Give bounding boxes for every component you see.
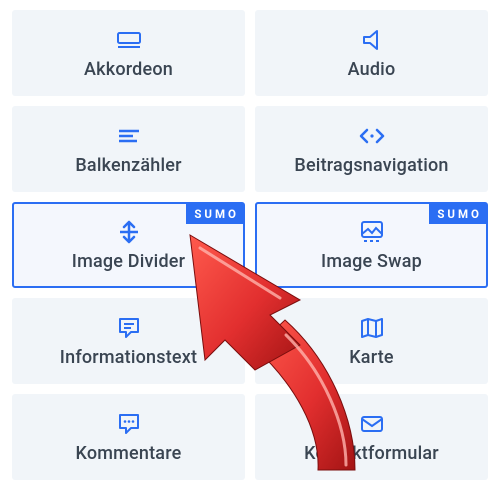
- accordion-icon: [116, 27, 142, 53]
- speaker-icon: [360, 27, 384, 53]
- tile-kontaktformular[interactable]: Kontaktformular: [255, 394, 488, 480]
- image-swap-icon: [358, 219, 386, 245]
- tile-akkordeon[interactable]: Akkordeon: [12, 10, 245, 96]
- tile-balkenzaehler[interactable]: Balkenzähler: [12, 106, 245, 192]
- tile-beitragsnavigation[interactable]: Beitragsnavigation: [255, 106, 488, 192]
- tile-label: Beitragsnavigation: [294, 155, 448, 176]
- tile-label: Image Divider: [72, 251, 185, 272]
- tile-kommentare[interactable]: Kommentare: [12, 394, 245, 480]
- tile-label: Karte: [349, 347, 394, 368]
- tile-informationstext[interactable]: Informationstext: [12, 298, 245, 384]
- sumo-badge: SUMO: [429, 204, 486, 224]
- tile-image-divider[interactable]: SUMO Image Divider: [12, 202, 245, 288]
- tile-audio[interactable]: Audio: [255, 10, 488, 96]
- tile-image-swap[interactable]: SUMO Image Swap: [255, 202, 488, 288]
- map-icon: [359, 315, 385, 341]
- divider-arrows-icon: [117, 219, 141, 245]
- module-grid: Akkordeon Audio Balkenzähler Beitragsnav…: [12, 10, 488, 480]
- tile-label: Balkenzähler: [75, 155, 181, 176]
- comments-icon: [116, 411, 142, 437]
- tile-label: Kontaktformular: [304, 443, 439, 464]
- tile-karte[interactable]: Karte: [255, 298, 488, 384]
- tile-label: Akkordeon: [84, 59, 173, 80]
- mail-icon: [359, 411, 385, 437]
- info-text-icon: [116, 315, 142, 341]
- tile-label: Audio: [348, 59, 396, 80]
- code-nav-icon: [357, 123, 387, 149]
- sumo-badge: SUMO: [186, 204, 243, 224]
- tile-label: Kommentare: [76, 443, 182, 464]
- bars-icon: [116, 123, 142, 149]
- tile-label: Image Swap: [321, 251, 422, 272]
- tile-label: Informationstext: [60, 347, 197, 368]
